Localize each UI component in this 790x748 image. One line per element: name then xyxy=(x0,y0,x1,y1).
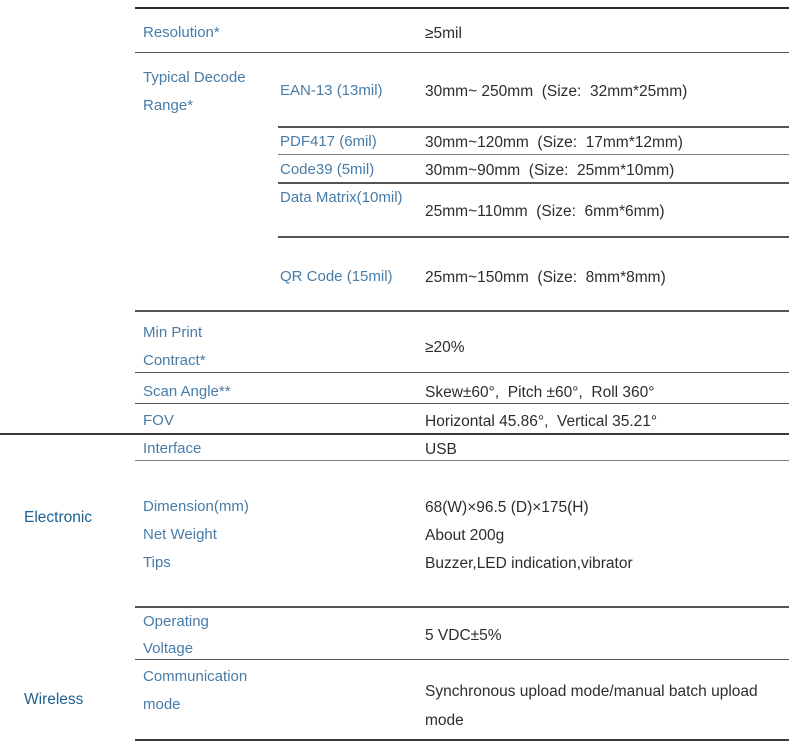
divider-bottom xyxy=(135,739,789,741)
decode-type-ean13: EAN-13 (13mil) xyxy=(280,77,383,105)
value-dimension: 68(W)×96.5 (D)×175(H) xyxy=(425,493,589,522)
value-qrcode-range: 25mm~150mm (Size: 8mm*8mm) xyxy=(425,263,666,292)
section-label-electronic: Electronic xyxy=(24,509,92,527)
divider-below-datamatrix xyxy=(278,236,789,238)
divider-below-qrcode xyxy=(135,310,789,312)
section-label-wireless: Wireless xyxy=(24,691,83,709)
value-code39-range: 30mm~90mm (Size: 25mm*10mm) xyxy=(425,156,674,185)
decode-type-qrcode: QR Code (15mil) xyxy=(280,263,393,291)
value-resolution: ≥5mil xyxy=(425,19,462,48)
divider-section-electronic xyxy=(0,433,789,435)
value-pdf417-range: 30mm~120mm (Size: 17mm*12mm) xyxy=(425,128,683,157)
row-label-scan-angle: Scan Angle** xyxy=(143,378,231,406)
divider-below-interface xyxy=(135,460,789,461)
row-label-net-weight: Net Weight xyxy=(143,521,217,549)
row-label-communication-mode: Communication mode xyxy=(143,663,283,719)
value-tips: Buzzer,LED indication,vibrator xyxy=(425,549,633,578)
row-label-min-print-contract: Min Print Contract* xyxy=(143,319,258,375)
row-label-tips: Tips xyxy=(143,549,171,577)
divider-top xyxy=(135,7,789,9)
value-datamatrix-range: 25mm~110mm (Size: 6mm*6mm) xyxy=(425,197,665,226)
value-interface: USB xyxy=(425,435,457,464)
row-label-resolution: Resolution* xyxy=(143,19,220,47)
value-min-print-contract: ≥20% xyxy=(425,333,465,362)
value-ean13-range: 30mm~ 250mm (Size: 32mm*25mm) xyxy=(425,77,687,106)
value-net-weight: About 200g xyxy=(425,521,504,550)
value-operating-voltage: 5 VDC±5% xyxy=(425,621,502,650)
value-scan-angle: Skew±60°, Pitch ±60°, Roll 360° xyxy=(425,378,654,407)
row-label-fov: FOV xyxy=(143,407,174,435)
decode-type-code39: Code39 (5mil) xyxy=(280,156,374,184)
row-label-interface: Interface xyxy=(143,435,201,463)
spec-table: Electronic Wireless Resolution* Typical … xyxy=(0,0,790,748)
decode-type-pdf417: PDF417 (6mil) xyxy=(280,128,377,156)
row-label-operating-voltage: Operating Voltage xyxy=(143,608,243,662)
value-communication-mode: Synchronous upload mode/manual batch upl… xyxy=(425,677,780,735)
decode-type-datamatrix: Data Matrix(10mil) xyxy=(280,184,405,212)
divider-below-resolution xyxy=(135,52,789,53)
row-label-dimension: Dimension(mm) xyxy=(143,493,249,521)
value-fov: Horizontal 45.86°, Vertical 35.21° xyxy=(425,407,657,436)
row-label-decode-range: Typical Decode Range* xyxy=(143,64,268,120)
